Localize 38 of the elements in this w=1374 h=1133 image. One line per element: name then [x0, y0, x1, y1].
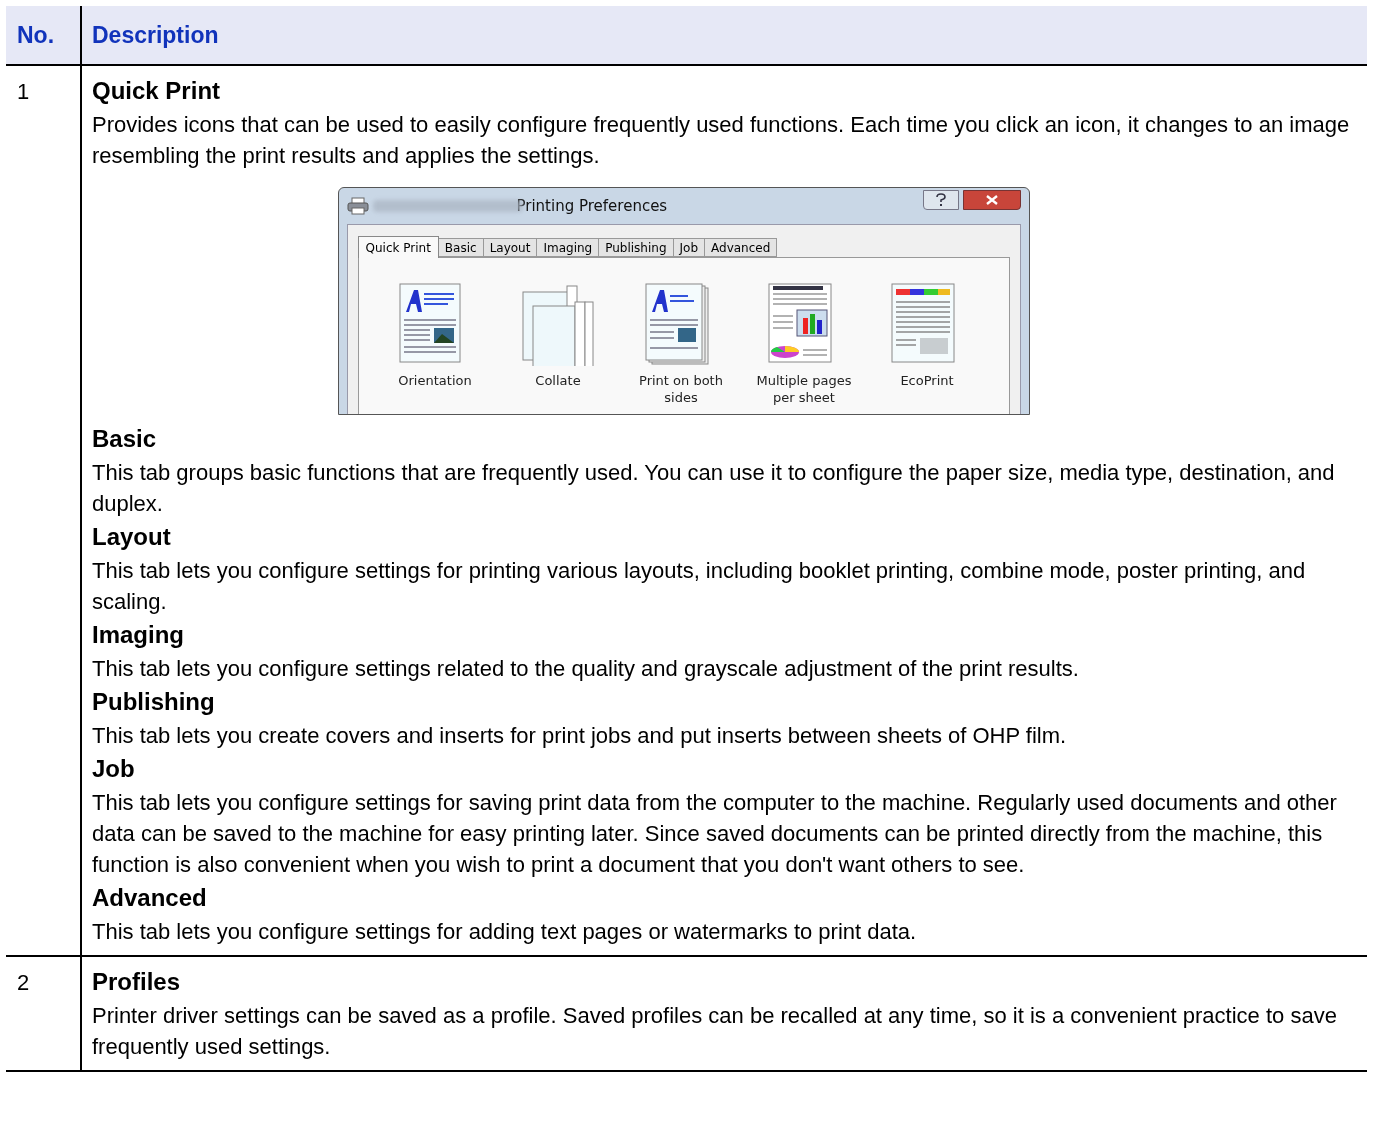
tab[interactable]: Advanced	[704, 238, 778, 257]
tab[interactable]: Publishing	[598, 238, 674, 257]
quick-print-option[interactable]: Collate	[507, 282, 609, 389]
column-header: No.	[17, 20, 55, 50]
tab[interactable]: Layout	[482, 238, 538, 257]
tab[interactable]: Imaging	[536, 238, 600, 257]
section-heading: Layout	[92, 522, 172, 552]
column-header: Description	[92, 20, 219, 50]
description-text: This tab lets you create covers and inserts for print jobs and put inserts between sheets of OHP film.	[92, 722, 1068, 750]
description-text: Printer driver settings can be saved as a profile. Saved profiles can be recalled at any time, so it is a convenient practice to save frequently used settings.	[92, 1002, 1338, 1061]
section-heading: Publishing	[92, 687, 216, 717]
tab[interactable]: Quick Print	[357, 236, 439, 258]
description-text: This tab groups basic functions that are frequently used. You can use it to configure the paper size, media type, destination, and duplex.	[92, 459, 1336, 518]
tab[interactable]: Basic	[437, 238, 484, 257]
section-heading: Profiles	[92, 967, 182, 997]
section-heading: Advanced	[92, 883, 208, 913]
section-heading: Job	[92, 754, 136, 784]
row-number: 2	[17, 970, 30, 995]
description-text: This tab lets you configure settings for adding text pages or watermarks to print data.	[92, 918, 918, 946]
quick-print-option[interactable]: Multiple pages per sheet	[753, 282, 855, 406]
description-text: This tab lets you configure settings for saving print data from the computer to the machine. Regularly used documents and other data can be saved to the machine for easy printing later. Since saved documents can be printed directly from the machine, this function is also convenient when you wish to print a document that you don't want others to see.	[92, 789, 1338, 879]
description-text: This tab lets you configure settings for printing various layouts, including booklet printing, combine mode, poster printing, and scaling.	[92, 557, 1307, 616]
section-heading: Imaging	[92, 620, 185, 650]
stacked-pages-icon	[521, 282, 595, 366]
section-heading: Quick Print	[92, 76, 222, 106]
quick-print-option[interactable]: EcoPrint	[876, 282, 978, 389]
close-button[interactable]	[962, 190, 1021, 210]
close-icon	[985, 195, 998, 205]
row-number: 1	[17, 79, 30, 104]
section-heading: Basic	[92, 424, 158, 454]
quick-print-option[interactable]: Print on both sides	[630, 282, 732, 406]
printer-icon	[346, 197, 369, 215]
window-title: Printing Preferences	[516, 195, 668, 217]
quick-print-option[interactable]: Orientation	[384, 282, 486, 389]
help-button[interactable]	[922, 190, 959, 210]
description-text: This tab lets you configure settings related to the quality and grayscale adjustment of the print results.	[92, 655, 1080, 683]
help-icon	[935, 193, 946, 207]
description-text: Provides icons that can be used to easily configure frequently used functions. Each time you click an icon, it changes to an image resembling the print results and applies the settings.	[92, 111, 1351, 170]
